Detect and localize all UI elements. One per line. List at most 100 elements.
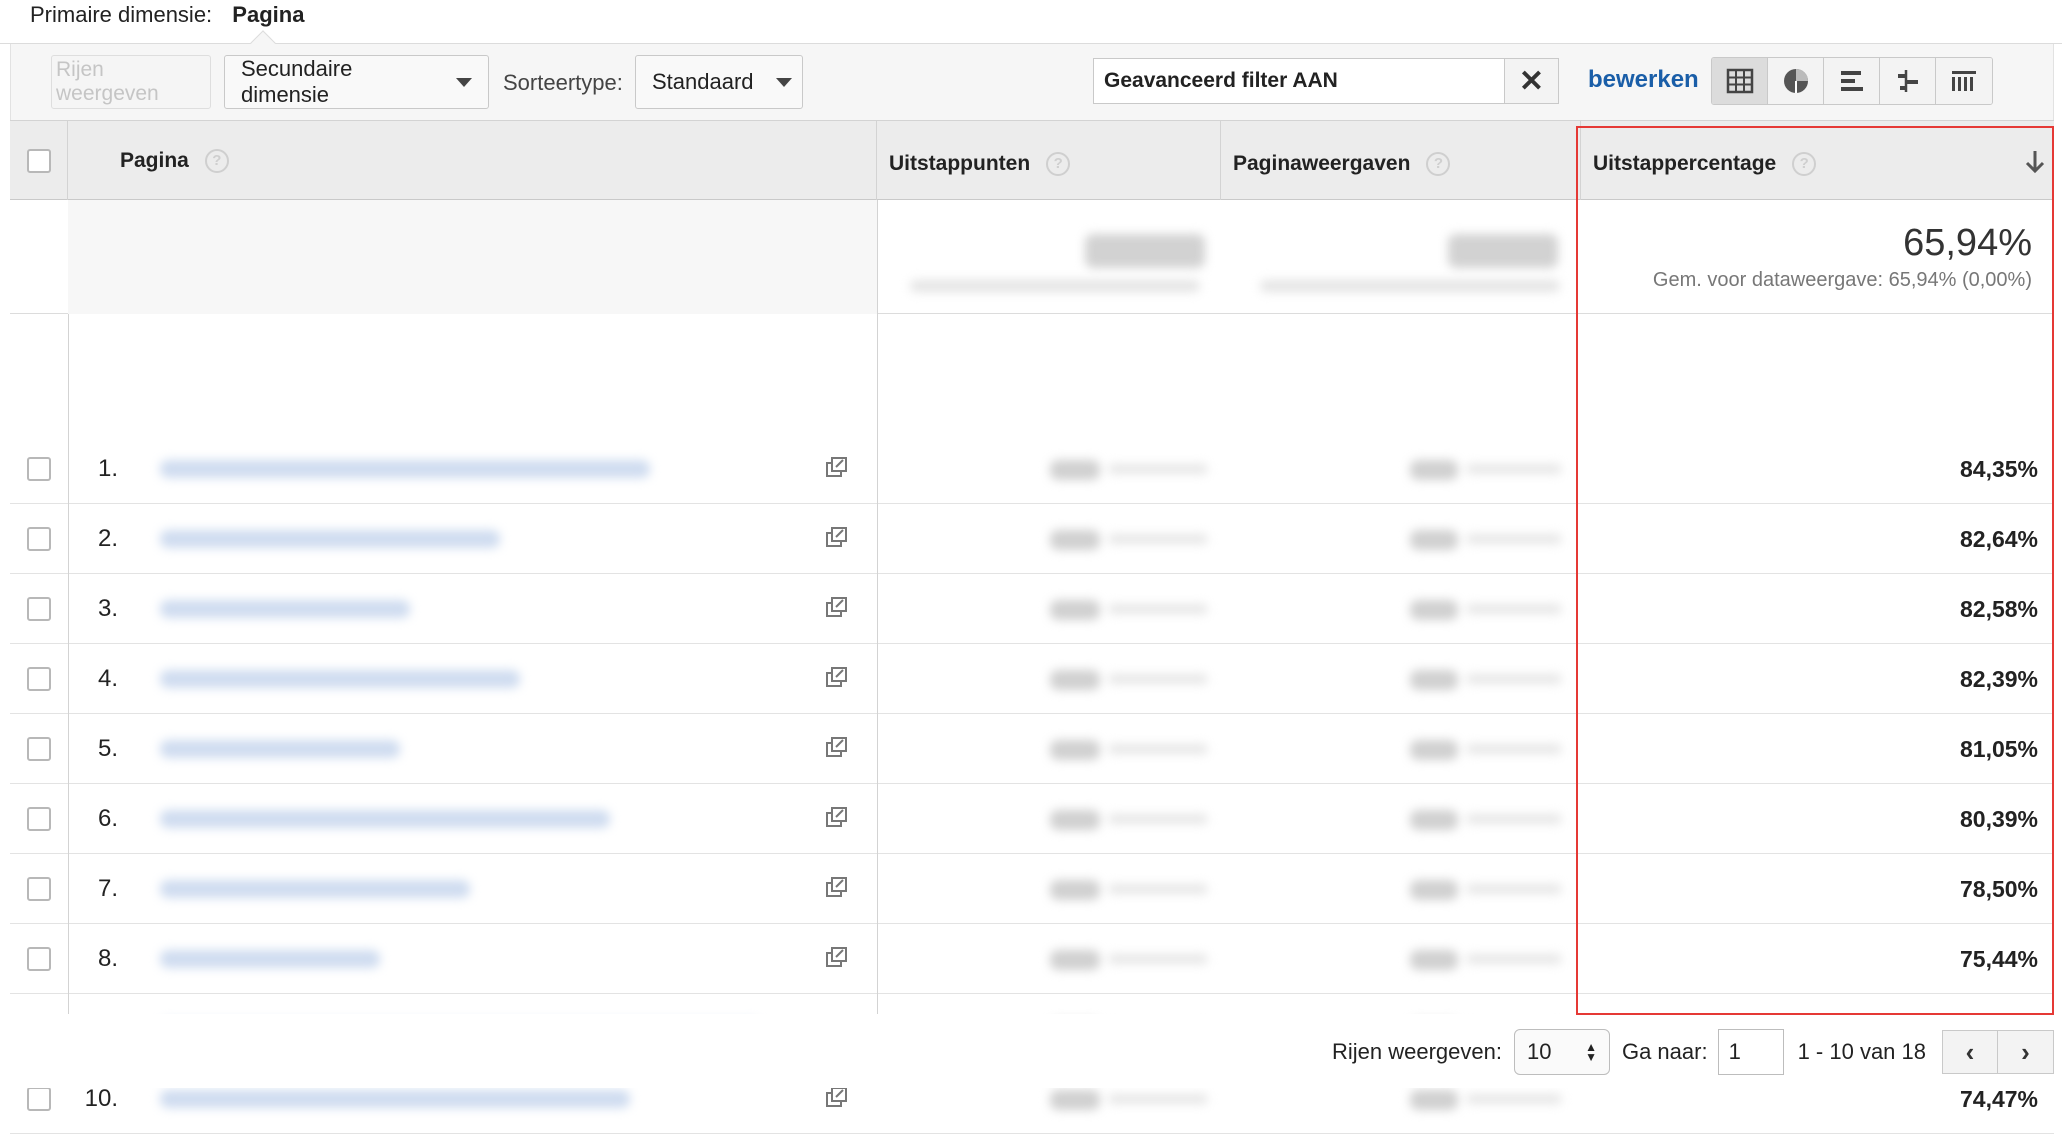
- chevron-right-icon: ›: [2021, 1036, 2030, 1067]
- close-icon: ✕: [1518, 64, 1545, 98]
- external-link-icon[interactable]: [826, 457, 848, 477]
- external-link-icon[interactable]: [826, 737, 848, 757]
- external-link-icon[interactable]: [826, 667, 848, 687]
- blurred-pageviews-value: [1410, 600, 1458, 620]
- row-checkbox[interactable]: [27, 597, 51, 621]
- totals-exit-rate-sub: Gem. voor dataweergave: 65,94% (0,00%): [1652, 269, 2032, 291]
- blurred-page-link[interactable]: [160, 530, 500, 548]
- row-select-cell: [10, 854, 68, 924]
- row-select-cell: [10, 644, 68, 714]
- blurred-exits-value: [1050, 460, 1100, 480]
- blurred-page-link[interactable]: [160, 880, 470, 898]
- header-pageviews-label: Paginaweergaven: [1233, 152, 1411, 175]
- external-link-icon[interactable]: [826, 877, 848, 897]
- rows-per-page-select[interactable]: 10 ▲ ▼: [1513, 1029, 1610, 1075]
- table-row: 7. 78,50%: [10, 854, 2054, 924]
- row-select-cell: [10, 924, 68, 994]
- primary-dimension-value[interactable]: Pagina: [232, 2, 304, 27]
- table-row: 1. 84,35%: [10, 434, 2054, 504]
- header-exit-rate[interactable]: Uitstappercentage ?: [1581, 121, 2054, 201]
- row-exit-rate: 82,39%: [1959, 665, 2038, 692]
- blurred-page-link[interactable]: [160, 600, 410, 618]
- row-checkbox[interactable]: [27, 807, 51, 831]
- row-checkbox[interactable]: [27, 737, 51, 761]
- row-select-cell: [10, 574, 68, 644]
- row-index: 2.: [97, 525, 118, 552]
- sort-descending-icon[interactable]: [2024, 149, 2046, 175]
- advanced-filter-field[interactable]: Geavanceerd filter AAN: [1093, 58, 1505, 104]
- help-icon[interactable]: ?: [1792, 152, 1817, 176]
- compare-view-icon: [1897, 70, 1918, 92]
- external-link-icon[interactable]: [826, 527, 848, 547]
- row-checkbox[interactable]: [27, 457, 51, 481]
- row-checkbox[interactable]: [27, 1087, 51, 1111]
- blurred-page-link[interactable]: [160, 460, 650, 478]
- table-row: 8. 75,44%: [10, 924, 2054, 994]
- blurred-exits-pct: [1108, 604, 1208, 614]
- blurred-page-link[interactable]: [160, 740, 400, 758]
- blurred-page-link[interactable]: [160, 670, 520, 688]
- blurred-exits-value: [1050, 740, 1100, 760]
- row-checkbox[interactable]: [27, 947, 51, 971]
- blurred-exits-pct: [1108, 954, 1208, 964]
- totals-exit-rate: 65,94% Gem. voor dataweergave: 65,94% (0…: [1653, 222, 2032, 292]
- external-link-icon[interactable]: [826, 947, 848, 967]
- table-view-button[interactable]: [1712, 58, 1768, 104]
- help-icon[interactable]: ?: [1426, 152, 1451, 176]
- header-pageviews[interactable]: Paginaweergaven ?: [1221, 121, 1581, 201]
- blurred-pageviews-value: [1410, 950, 1458, 970]
- external-link-icon[interactable]: [826, 1087, 848, 1107]
- compare-view-button[interactable]: [1880, 58, 1936, 104]
- advanced-filter-text: Geavanceerd filter AAN: [1104, 69, 1338, 92]
- blurred-pageviews-value: [1410, 460, 1458, 480]
- header-page-label: Pagina: [120, 149, 189, 172]
- help-icon[interactable]: ?: [204, 149, 229, 173]
- row-select-cell: [10, 784, 68, 854]
- header-page[interactable]: Pagina ?: [68, 121, 877, 201]
- select-all-checkbox[interactable]: [26, 149, 51, 173]
- select-all-cell: [10, 121, 68, 201]
- chevron-left-icon: ‹: [1965, 1036, 1975, 1067]
- row-checkbox[interactable]: [27, 667, 51, 691]
- header-exits[interactable]: Uitstappunten ?: [877, 121, 1221, 201]
- next-page-button[interactable]: ›: [1998, 1030, 2055, 1074]
- blurred-page-link[interactable]: [160, 810, 610, 828]
- blurred-pageviews-pct: [1466, 674, 1562, 684]
- blurred-pageviews-value: [1410, 670, 1458, 690]
- pagination-bar: Rijen weergeven: 10 ▲ ▼ Ga naar: 1 1 - 10…: [10, 1014, 2055, 1088]
- blurred-exits-pct: [1108, 814, 1208, 824]
- blurred-exits-pct: [1108, 1094, 1208, 1104]
- stepper-icon: ▲ ▼: [1585, 1040, 1597, 1064]
- divider: [877, 200, 878, 314]
- table-row: 3. 82,58%: [10, 574, 2054, 644]
- edit-filter-link[interactable]: bewerken: [1588, 66, 1699, 94]
- sort-type-dropdown[interactable]: Standaard: [635, 55, 803, 109]
- blurred-pageviews-pct: [1466, 814, 1562, 824]
- blurred-pageviews-value: [1410, 810, 1458, 830]
- bar-view-button[interactable]: [1824, 58, 1880, 104]
- secondary-dimension-dropdown[interactable]: Secundaire dimensie: [224, 55, 489, 109]
- blurred-page-link[interactable]: [160, 1090, 630, 1108]
- rows-display-button[interactable]: Rijen weergeven: [51, 55, 211, 109]
- external-link-icon[interactable]: [826, 807, 848, 827]
- pivot-view-button[interactable]: [1936, 58, 1992, 104]
- blurred-exits-pct: [1108, 884, 1208, 894]
- row-select-cell: [10, 714, 68, 784]
- row-exit-rate: 80,39%: [1959, 805, 2038, 832]
- header-exit-rate-label: Uitstappercentage: [1593, 152, 1777, 175]
- external-link-icon[interactable]: [826, 597, 848, 617]
- goto-page-input[interactable]: 1: [1717, 1029, 1784, 1075]
- primary-dimension-label: Primaire dimensie:: [30, 2, 213, 27]
- row-index: 1.: [97, 455, 118, 482]
- row-checkbox[interactable]: [27, 527, 51, 551]
- pie-view-button[interactable]: [1768, 58, 1824, 104]
- row-checkbox[interactable]: [27, 877, 51, 901]
- blurred-page-link[interactable]: [160, 950, 380, 968]
- prev-page-button[interactable]: ‹: [1942, 1030, 1999, 1074]
- row-select-cell: [10, 434, 68, 504]
- blurred-pageviews-pct: [1466, 464, 1562, 474]
- table-row: 6. 80,39%: [10, 784, 2054, 854]
- clear-filter-button[interactable]: ✕: [1505, 58, 1559, 104]
- blurred-exits-value: [1050, 670, 1100, 690]
- help-icon[interactable]: ?: [1046, 152, 1071, 176]
